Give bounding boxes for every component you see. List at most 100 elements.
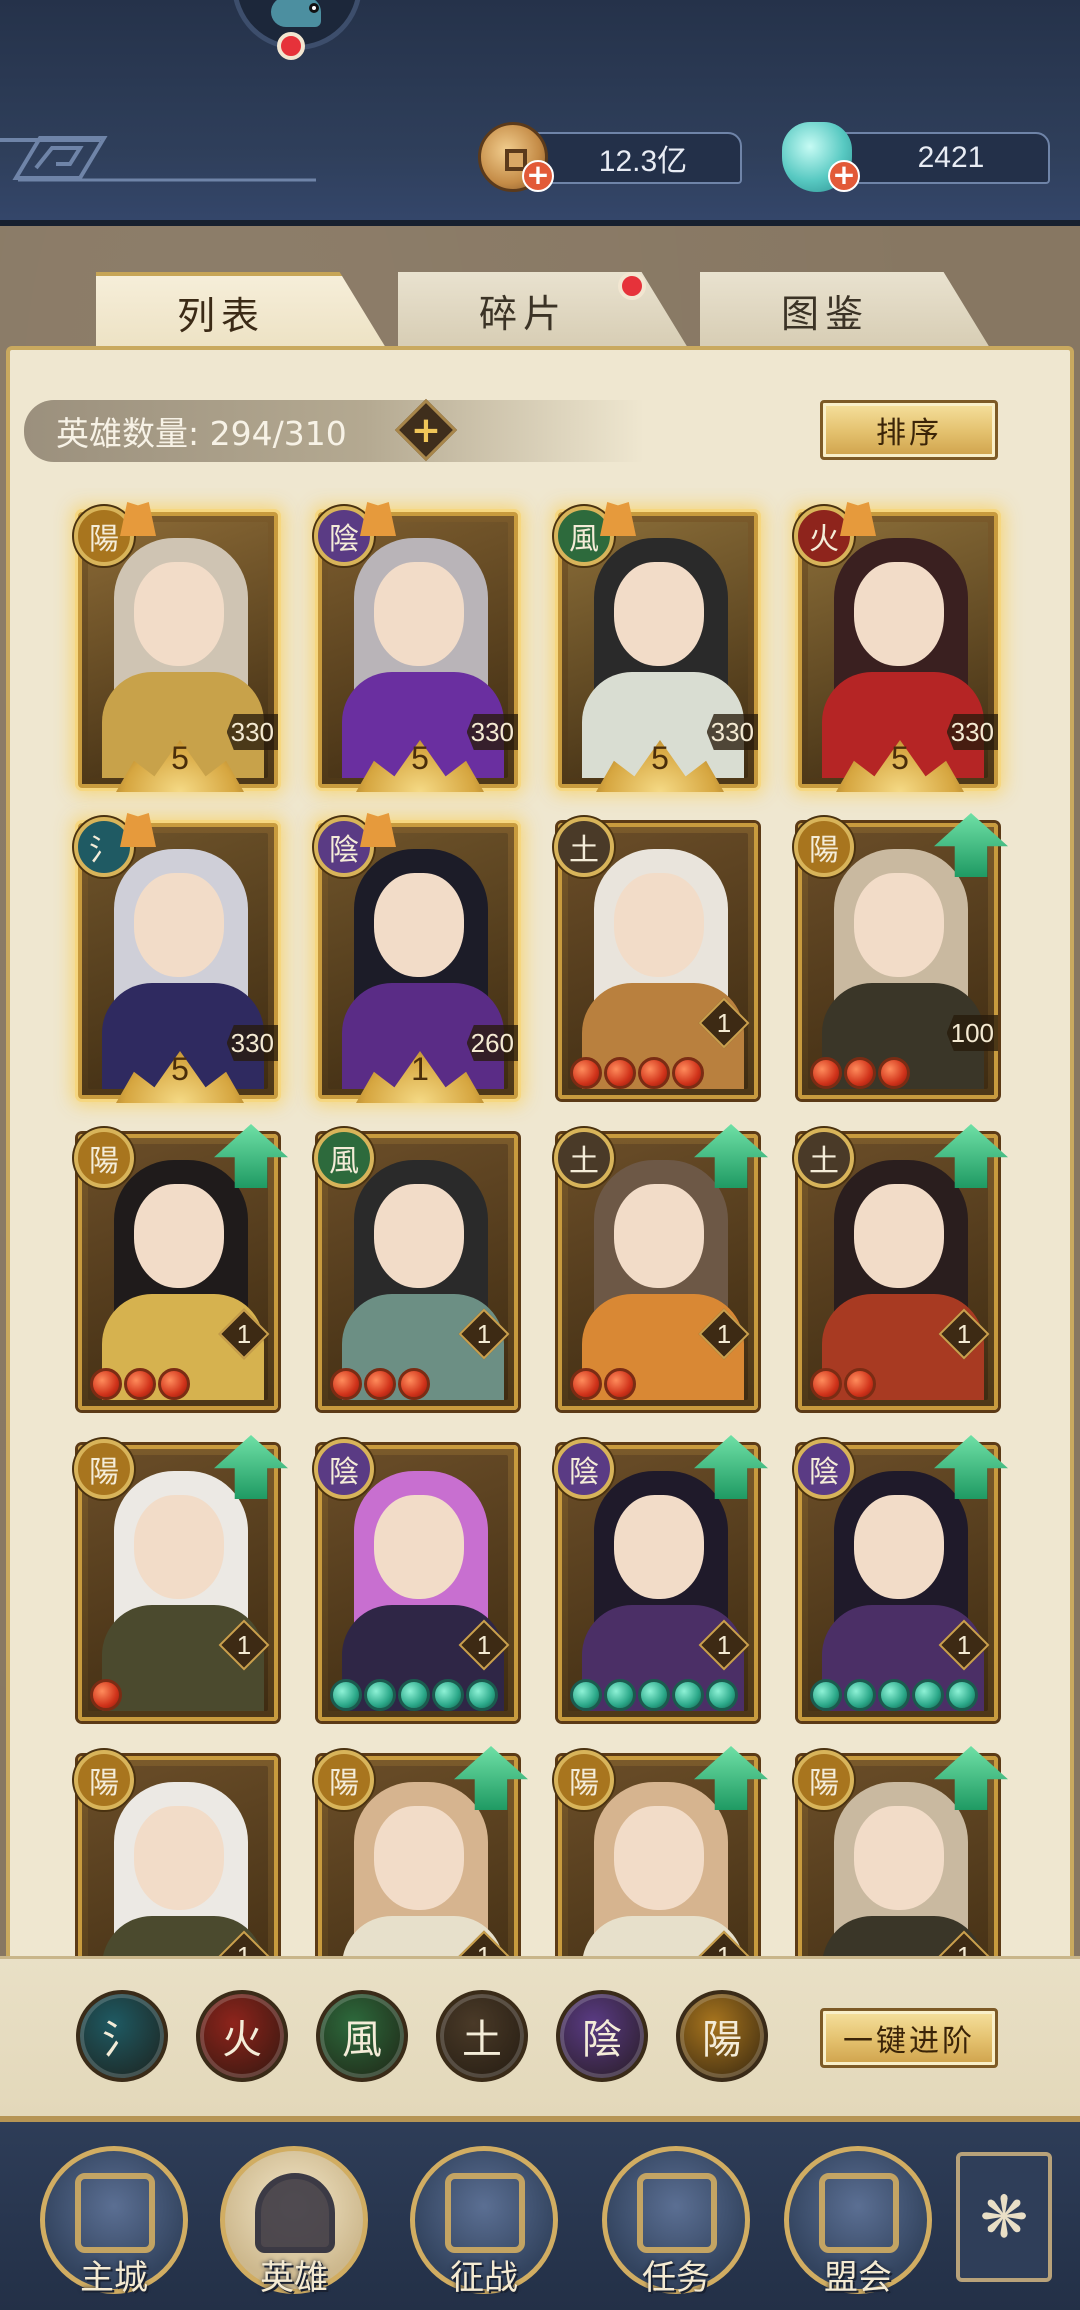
hero-level: 1 [942, 1623, 986, 1667]
wind-element-icon: 風 [554, 506, 614, 566]
jade-bead-icon [432, 1679, 464, 1711]
red-bead-icon [124, 1368, 156, 1400]
jade-bead-icon [398, 1679, 430, 1711]
jade-bead-icon [946, 1679, 978, 1711]
more-menu-button[interactable]: ❋ [956, 2152, 1052, 2282]
yin-element-icon: 陰 [314, 1439, 374, 1499]
hero-level: 330 [227, 1025, 278, 1061]
hero-card[interactable]: 陰1 [554, 1435, 768, 1721]
filter-yang-button[interactable]: 陽 [676, 1990, 768, 2082]
yin-element-icon: 陰 [554, 1439, 614, 1499]
hero-level: 1 [462, 1934, 506, 1957]
jade-bead-icon [672, 1679, 704, 1711]
yang-element-icon: 陽 [554, 1750, 614, 1810]
hero-card[interactable]: 陽1 [74, 1124, 288, 1410]
earth-element-icon: 土 [794, 1128, 854, 1188]
nav-label: 英雄 [260, 2258, 328, 2298]
sort-button[interactable]: 排序 [820, 400, 998, 460]
hero-bead-row [330, 1368, 430, 1402]
flower-knot-icon: ❋ [979, 2183, 1029, 2251]
red-bead-icon [604, 1057, 636, 1089]
hero-card[interactable]: 陰 1 260 [314, 817, 518, 1103]
hero-card[interactable]: 陰1 [794, 1435, 1008, 1721]
bird-eye [309, 3, 319, 13]
hero-card[interactable]: 土1 [554, 1124, 768, 1410]
hero-bead-row [90, 1368, 190, 1402]
tab-fragments-label: 碎片 [478, 291, 567, 336]
red-bead-icon [364, 1368, 396, 1400]
fire-element-icon: 火 [794, 506, 854, 566]
hero-card[interactable]: 陽1 [794, 1746, 1008, 1957]
red-bead-icon [90, 1368, 122, 1400]
jade-bead-icon [810, 1679, 842, 1711]
tab-list[interactable]: 列表 [96, 272, 386, 348]
hero-card[interactable]: 陽 100 [794, 813, 1008, 1099]
scroll-icon [637, 2173, 717, 2253]
hero-level: 100 [947, 1015, 998, 1051]
jade-bead-icon [570, 1679, 602, 1711]
red-bead-icon [570, 1057, 602, 1089]
hero-star-count: 5 [651, 739, 669, 776]
jade-bead-icon [638, 1679, 670, 1711]
hero-level: 1 [942, 1934, 986, 1957]
add-gems-button[interactable]: + [828, 160, 860, 192]
jade-bead-icon [364, 1679, 396, 1711]
red-bead-icon [398, 1368, 430, 1400]
red-bead-icon [330, 1368, 362, 1400]
earth-element-icon: 土 [554, 817, 614, 877]
red-bead-icon [638, 1057, 670, 1089]
hero-card[interactable]: 陰1 [314, 1439, 518, 1721]
add-coins-button[interactable]: + [522, 160, 554, 192]
palace-icon [75, 2173, 155, 2253]
hero-star-count: 5 [171, 739, 189, 776]
red-bead-icon [158, 1368, 190, 1400]
hero-level: 330 [467, 714, 518, 750]
jade-bead-icon [912, 1679, 944, 1711]
top-bar: 12.3亿 + 2421 + [0, 0, 1080, 226]
jade-bead-icon [330, 1679, 362, 1711]
nav-label: 主城 [80, 2258, 148, 2298]
hero-card[interactable]: 氵 5 330 [74, 817, 278, 1103]
hero-card[interactable]: 火 5 330 [794, 506, 998, 792]
yang-element-icon: 陽 [74, 1439, 134, 1499]
advance-all-label: 一键进阶 [843, 2024, 975, 2059]
hero-bead-row [810, 1368, 876, 1402]
hero-level: 330 [227, 714, 278, 750]
hero-star-count: 1 [411, 1050, 429, 1087]
coin-amount: 12.3亿 [598, 145, 688, 178]
hero-card[interactable]: 陽1 [554, 1746, 768, 1956]
hero-card[interactable]: 陰 5 330 [314, 506, 518, 792]
nav-label: 征战 [450, 2258, 518, 2298]
filter-fire-button[interactable]: 火 [196, 1990, 288, 2082]
hero-level: 1 [462, 1312, 506, 1356]
hero-level: 1 [222, 1312, 266, 1356]
filter-wind-button[interactable]: 風 [316, 1990, 408, 2082]
hero-level: 330 [707, 714, 758, 750]
hero-card[interactable]: 陽1 [74, 1750, 278, 1956]
filter-yin-button[interactable]: 陰 [556, 1990, 648, 2082]
hero-card[interactable]: 陽1 [74, 1435, 288, 1721]
red-bead-icon [604, 1368, 636, 1400]
nav-label: 任务 [642, 2258, 710, 2298]
yang-element-icon: 陽 [74, 1750, 134, 1810]
hero-card[interactable]: 土1 [794, 1124, 1008, 1410]
hero-card[interactable]: 陽 5 330 [74, 506, 278, 792]
hero-card[interactable]: 土1 [554, 817, 758, 1099]
notification-dot [277, 32, 305, 60]
hero-card[interactable]: 陽1 [314, 1746, 528, 1957]
gem-amount: 2421 [917, 141, 985, 174]
yang-element-icon: 陽 [794, 1750, 854, 1810]
hero-card[interactable]: 風1 [314, 1128, 518, 1410]
red-bead-icon [844, 1057, 876, 1089]
nav-label: 盟会 [824, 2258, 892, 2298]
advance-all-button[interactable]: 一键进阶 [820, 2008, 998, 2068]
tab-codex[interactable]: 图鉴 [700, 272, 990, 348]
meander-ornament-icon [0, 136, 316, 182]
hero-card[interactable]: 風 5 330 [554, 506, 758, 792]
filter-water-button[interactable]: 氵 [76, 1990, 168, 2082]
filter-earth-button[interactable]: 土 [436, 1990, 528, 2082]
yin-element-icon: 陰 [794, 1439, 854, 1499]
hero-star-count: 5 [411, 739, 429, 776]
sort-button-label: 排序 [876, 416, 942, 451]
hero-level: 1 [702, 1001, 746, 1045]
